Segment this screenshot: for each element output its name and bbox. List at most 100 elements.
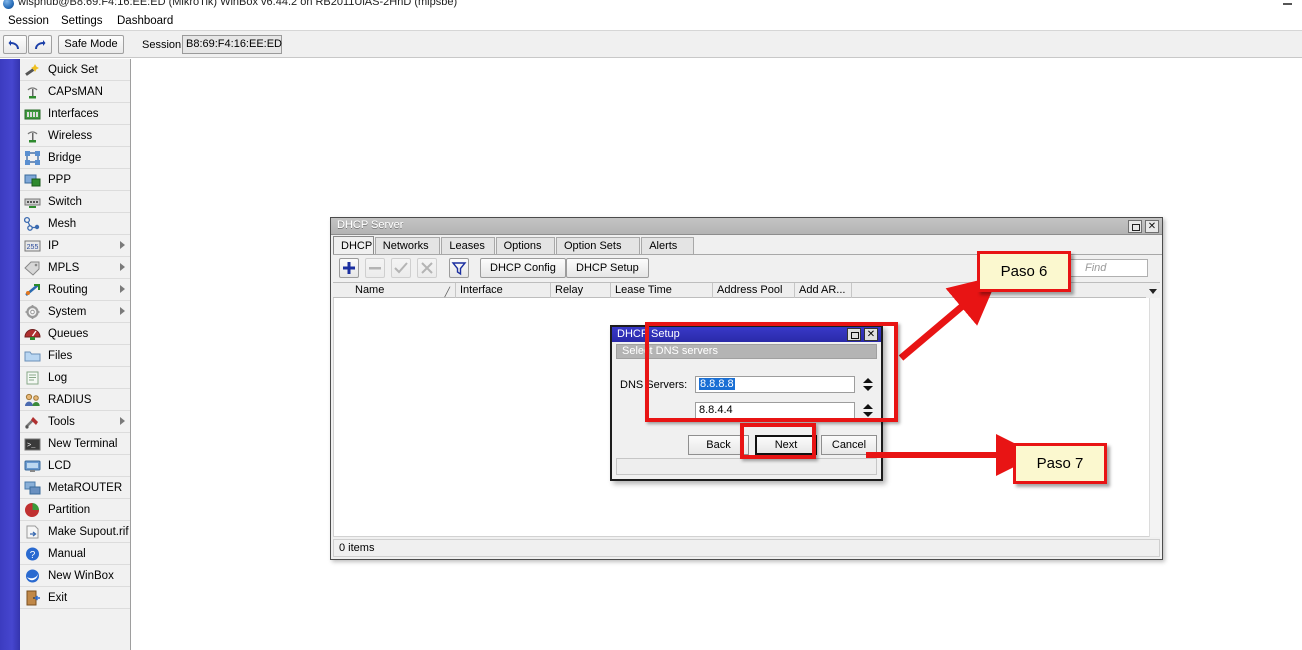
tab-alerts[interactable]: Alerts — [641, 237, 694, 255]
sidebar-item-interfaces[interactable]: Interfaces — [20, 103, 130, 125]
menu-bar: Session Settings Dashboard — [0, 12, 1302, 30]
tab-dhcp[interactable]: DHCP — [333, 236, 374, 255]
column-header-interface[interactable]: Interface — [456, 283, 551, 298]
main-sidebar: RouterOS WinBox Quick Set CAPsMAN Interfac… — [0, 59, 131, 650]
sidebar-item-label: Routing — [48, 284, 88, 296]
sidebar-item-label: Make Supout.rif — [48, 526, 129, 538]
pie-chart-icon — [24, 502, 41, 518]
safe-mode-button[interactable]: Safe Mode — [58, 35, 124, 54]
column-header-label: Relay — [555, 284, 583, 296]
sidebar-item-log[interactable]: Log — [20, 367, 130, 389]
dhcp-server-title: DHCP Server — [337, 219, 403, 231]
sidebar-item-label: Exit — [48, 592, 67, 604]
sidebar-item-mesh[interactable]: Mesh — [20, 213, 130, 235]
menu-item-dashboard[interactable]: Dashboard — [113, 14, 177, 29]
close-window-icon[interactable]: ✕ — [1145, 220, 1159, 233]
svg-text:>_: >_ — [27, 442, 36, 450]
plus-icon[interactable] — [339, 258, 359, 278]
sidebar-item-capsman[interactable]: CAPsMAN — [20, 81, 130, 103]
mesh-nodes-icon — [24, 216, 41, 232]
sidebar-item-make-supout-rif[interactable]: Make Supout.rif — [20, 521, 130, 543]
tags-icon — [24, 260, 41, 276]
sidebar-item-label: Switch — [48, 196, 82, 208]
sidebar-item-lcd[interactable]: LCD — [20, 455, 130, 477]
sidebar-item-bridge[interactable]: Bridge — [20, 147, 130, 169]
undo-arrow-icon[interactable] — [3, 35, 27, 54]
folder-icon — [24, 348, 41, 364]
menu-item-settings[interactable]: Settings — [57, 14, 107, 29]
help-icon: ? — [24, 546, 41, 562]
window-title: wisphub@B8:69:F4:16:EE:ED (MikroTik) Win… — [18, 0, 457, 8]
sidebar-menu-list: Quick Set CAPsMAN Interfaces WirelessBridge… — [20, 59, 130, 650]
dns-servers-highlight — [645, 322, 898, 422]
sidebar-item-system[interactable]: System — [20, 301, 130, 323]
column-chooser-icon[interactable] — [1146, 283, 1160, 298]
monitor-icon — [24, 458, 41, 474]
tab-leases[interactable]: Leases — [441, 237, 494, 255]
sidebar-item-label: MetaROUTER — [48, 482, 122, 494]
bridge-icon — [24, 150, 41, 166]
dhcp-setup-button[interactable]: DHCP Setup — [566, 258, 649, 278]
sidebar-item-label: New Terminal — [48, 438, 117, 450]
column-header-label: Lease Time — [615, 284, 672, 296]
restore-window-icon[interactable] — [1128, 220, 1142, 233]
sidebar-item-mpls[interactable]: MPLS — [20, 257, 130, 279]
column-header-lease-time[interactable]: Lease Time — [611, 283, 713, 298]
dhcp-server-titlebar[interactable]: DHCP Server ✕ — [331, 218, 1162, 235]
minimize-button[interactable] — [1280, 0, 1296, 9]
sidebar-item-new-winbox[interactable]: New WinBox — [20, 565, 130, 587]
sidebar-item-partition[interactable]: Partition — [20, 499, 130, 521]
document-icon — [24, 370, 41, 386]
column-header-relay[interactable]: Relay — [551, 283, 611, 298]
find-input[interactable]: Find — [1070, 259, 1148, 277]
sidebar-item-label: CAPsMAN — [48, 86, 103, 98]
session-value[interactable]: B8:69:F4:16:EE:ED — [182, 35, 282, 54]
exit-door-icon — [24, 590, 41, 606]
sidebar-item-ip[interactable]: 255IP — [20, 235, 130, 257]
sidebar-item-new-terminal[interactable]: >_ New Terminal — [20, 433, 130, 455]
dhcp-config-button[interactable]: DHCP Config — [480, 258, 566, 278]
check-icon[interactable] — [391, 258, 411, 278]
winbox-brand-band: RouterOS WinBox — [0, 59, 20, 650]
tab-options[interactable]: Options — [496, 237, 555, 255]
dhcp-status-bar: 0 items — [333, 539, 1160, 557]
sidebar-item-files[interactable]: Files — [20, 345, 130, 367]
sidebar-item-manual[interactable]: ?Manual — [20, 543, 130, 565]
sidebar-item-queues[interactable]: Queues — [20, 323, 130, 345]
column-header-label: Address Pool — [717, 284, 782, 296]
sidebar-item-label: Queues — [48, 328, 88, 340]
sidebar-item-metarouter[interactable]: MetaROUTER — [20, 477, 130, 499]
chevron-right-icon — [120, 285, 125, 293]
minus-icon[interactable] — [365, 258, 385, 278]
sidebar-item-wireless[interactable]: Wireless — [20, 125, 130, 147]
menu-item-session[interactable]: Session — [4, 14, 53, 29]
winbox-icon — [24, 568, 41, 584]
sort-ascending-icon: ╱ — [445, 285, 450, 298]
column-header-add-ar[interactable]: Add AR... — [795, 283, 852, 298]
redo-arrow-icon[interactable] — [28, 35, 52, 54]
column-header-name[interactable]: Name╱ — [351, 283, 456, 298]
callout-paso-7: Paso 7 — [1013, 443, 1107, 484]
session-label: Session: — [142, 39, 184, 51]
sidebar-item-label: Quick Set — [48, 64, 98, 76]
sidebar-item-ppp[interactable]: PPP — [20, 169, 130, 191]
column-header-address-pool[interactable]: Address Pool — [713, 283, 795, 298]
sidebar-item-routing[interactable]: Routing — [20, 279, 130, 301]
sidebar-item-label: New WinBox — [48, 570, 114, 582]
tab-option-sets[interactable]: Option Sets — [556, 237, 640, 255]
sidebar-item-radius[interactable]: RADIUS — [20, 389, 130, 411]
sidebar-item-tools[interactable]: Tools — [20, 411, 130, 433]
cross-icon[interactable] — [417, 258, 437, 278]
sidebar-item-exit[interactable]: Exit — [20, 587, 130, 609]
sidebar-item-switch[interactable]: Switch — [20, 191, 130, 213]
mikrotik-logo-icon — [3, 0, 14, 9]
cancel-button[interactable]: Cancel — [821, 435, 877, 455]
sidebar-item-label: Partition — [48, 504, 90, 516]
vertical-scrollbar[interactable] — [1149, 298, 1160, 537]
sidebar-item-label: Interfaces — [48, 108, 99, 120]
callout-paso-6: Paso 6 — [977, 251, 1071, 292]
sidebar-item-label: RADIUS — [48, 394, 91, 406]
sidebar-item-quick-set[interactable]: Quick Set — [20, 59, 130, 81]
tab-networks[interactable]: Networks — [375, 237, 441, 255]
funnel-icon[interactable] — [449, 258, 469, 278]
